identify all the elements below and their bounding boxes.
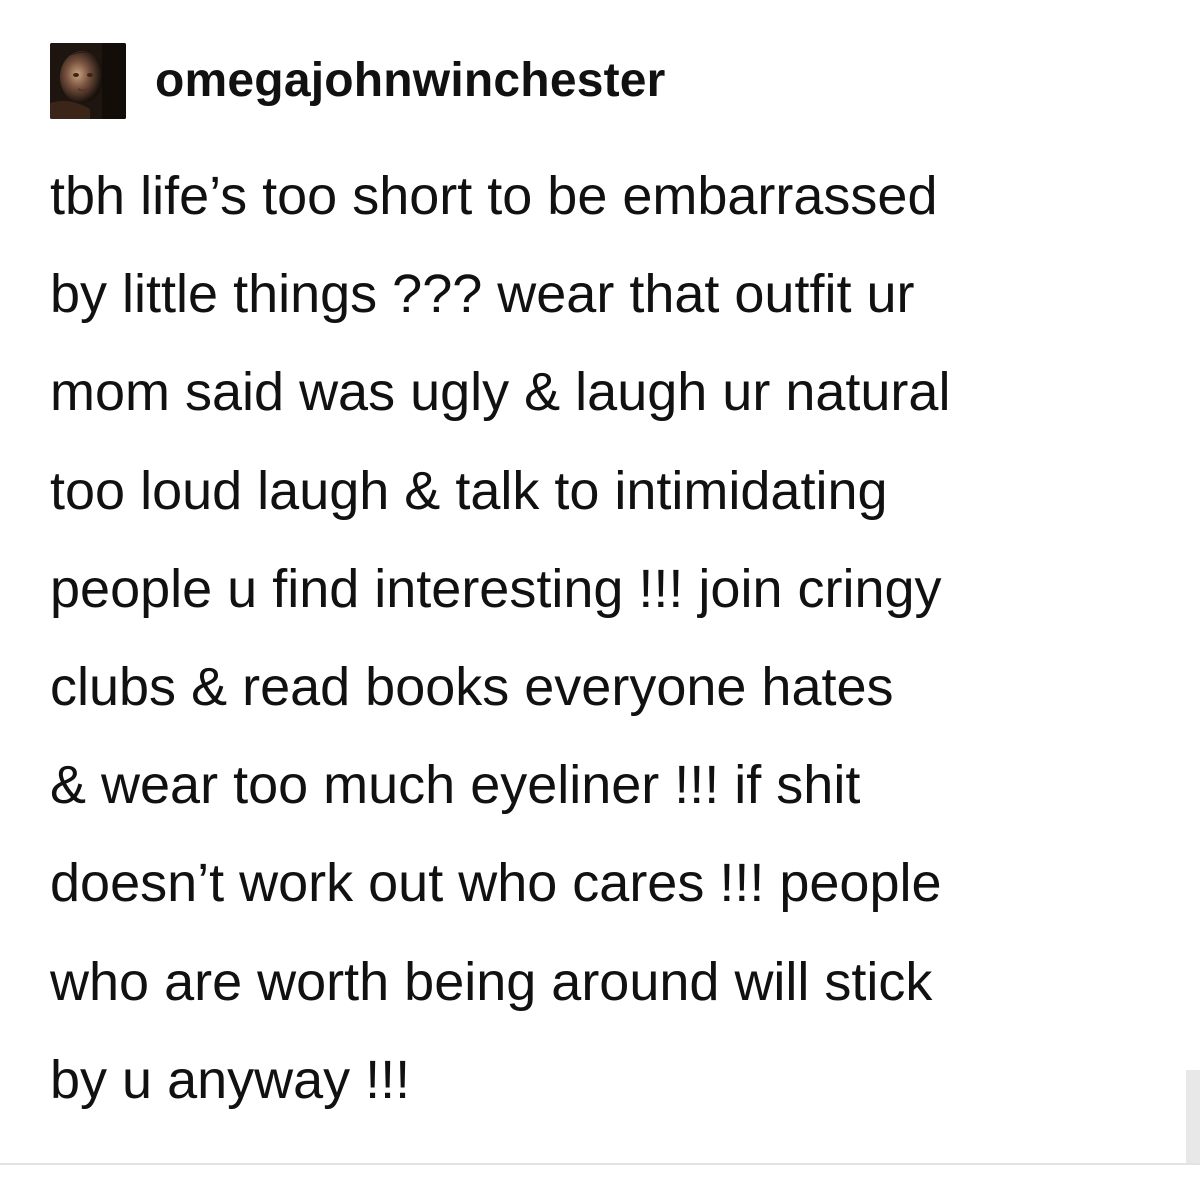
post-text-line: clubs & read books everyone hates bbox=[50, 657, 894, 718]
post-text-line: who are worth being around will stick bbox=[50, 951, 933, 1012]
post-header: omegajohnwinchester bbox=[50, 42, 666, 120]
post-text-line: by little things ??? wear that outfit ur bbox=[50, 264, 915, 325]
scrollbar-stub[interactable] bbox=[1186, 1070, 1200, 1163]
post-body: tbh life’s too short to be embarrassed b… bbox=[50, 147, 1165, 1129]
post-text-line: people u find interesting !!! join cring… bbox=[50, 558, 942, 619]
tumblr-post: omegajohnwinchester tbh life’s too short… bbox=[0, 0, 1200, 1183]
post-text-line: doesn’t work out who cares !!! people bbox=[50, 853, 942, 914]
avatar-photo-icon bbox=[50, 43, 126, 119]
post-text-line: mom said was ugly & laugh ur natural bbox=[50, 362, 951, 423]
post-divider bbox=[0, 1163, 1200, 1165]
post-text-line: by u anyway !!! bbox=[50, 1049, 411, 1110]
post-text-line: tbh life’s too short to be embarrassed bbox=[50, 166, 938, 226]
user-avatar[interactable] bbox=[50, 43, 126, 119]
post-text-line: & wear too much eyeliner !!! if shit bbox=[50, 755, 861, 816]
post-username[interactable]: omegajohnwinchester bbox=[155, 57, 666, 105]
post-text-line: too loud laugh & talk to intimidating bbox=[50, 460, 888, 521]
